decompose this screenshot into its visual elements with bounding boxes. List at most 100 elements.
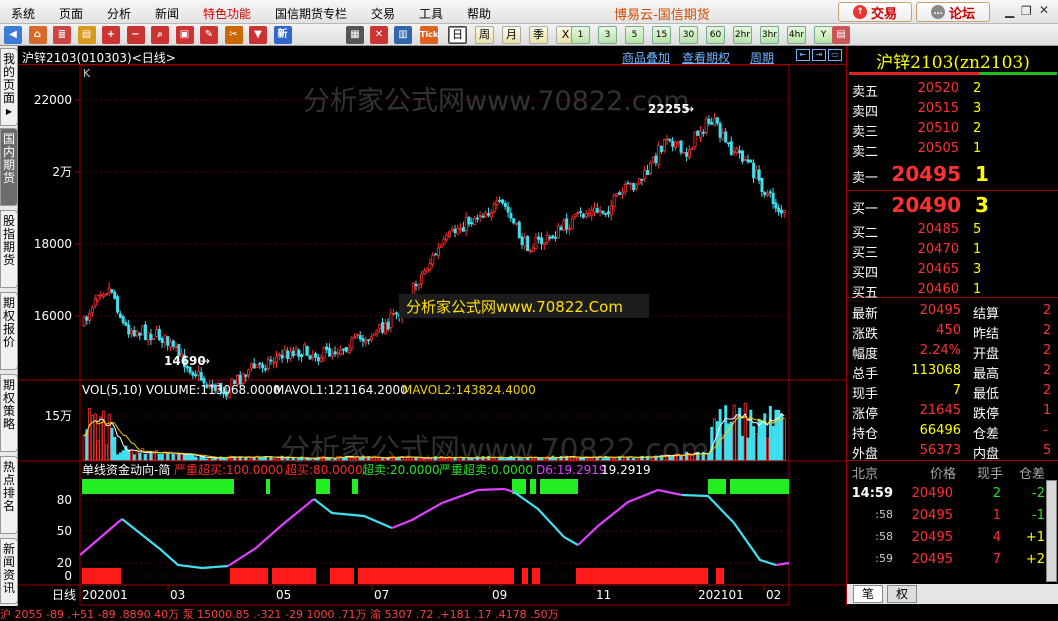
side-tab-6[interactable]: 新闻资讯 (0, 538, 18, 604)
candle-body (768, 191, 772, 194)
sell-row[interactable]: 卖五 20520 2 (847, 79, 1058, 100)
volume-bar (289, 457, 293, 461)
minute-button-3[interactable]: 15 (652, 26, 671, 44)
candle-body (478, 215, 482, 217)
restore-icon[interactable]: ❐ (1021, 4, 1032, 18)
trade-button[interactable]: ↑ 交易 (838, 2, 912, 22)
period-button-0[interactable]: 日 (448, 26, 467, 44)
window-icon[interactable]: ▣ (175, 26, 194, 44)
settings-icon[interactable]: ▤ (832, 26, 850, 44)
back-icon[interactable]: ◀ (4, 26, 22, 44)
close-icon[interactable]: ✕ (1039, 3, 1049, 17)
volume-bar (325, 457, 329, 461)
buy-row[interactable]: 买五 20460 1 (847, 280, 1058, 301)
sell-row[interactable]: 卖四 20515 3 (847, 99, 1058, 120)
zoom-in-icon[interactable]: + (102, 26, 120, 44)
buy-label: 买三 (852, 246, 879, 261)
candle-body (576, 212, 580, 215)
minimize-icon[interactable]: ▁ (1005, 4, 1014, 18)
minute-button-8[interactable]: 4hr (787, 26, 806, 44)
buy-row[interactable]: 买二 20485 5 (847, 220, 1058, 241)
volume-bar (554, 457, 558, 461)
buy-row[interactable]: 买三 20470 1 (847, 240, 1058, 261)
menu-item-1[interactable]: 页面 (59, 5, 83, 22)
candle-body (152, 338, 156, 340)
period-button-2[interactable]: 月 (502, 26, 521, 44)
candle-body (562, 220, 566, 231)
report-icon[interactable]: ≣ (53, 26, 71, 44)
minute-button-4[interactable]: 30 (679, 26, 698, 44)
tools-icon[interactable]: ✂ (224, 26, 243, 44)
options-link[interactable]: 查看期权 (682, 49, 730, 66)
volume-tick-label: 15万 (45, 409, 72, 423)
expand-icon[interactable]: ▭ (828, 49, 842, 61)
minute-button-9[interactable]: Y (814, 26, 833, 44)
candle-body (99, 294, 103, 297)
menu-item-7[interactable]: 工具 (419, 5, 443, 22)
minute-button-6[interactable]: 2hr (733, 26, 752, 44)
candle-body (568, 228, 571, 231)
layout-icon[interactable]: ▥ (394, 26, 412, 44)
tick-icon[interactable]: Tick (420, 26, 438, 44)
kline-label: K (83, 67, 91, 80)
candle-body (347, 349, 351, 354)
tick-change: +1 (1025, 530, 1045, 545)
quote-tab-1[interactable]: 权 (887, 585, 917, 603)
menu-item-6[interactable]: 交易 (371, 5, 395, 22)
search-icon[interactable]: ⌕ (151, 26, 169, 44)
period-link[interactable]: 周期 (750, 49, 774, 66)
oversold-bar (358, 568, 514, 584)
menu-item-4[interactable]: 特色功能 (203, 5, 251, 22)
filter-icon[interactable]: ▼ (249, 26, 267, 44)
buy-row[interactable]: 买四 20465 3 (847, 260, 1058, 281)
new-icon[interactable]: 新 (273, 26, 292, 44)
candle-body (171, 340, 175, 347)
formula-icon[interactable]: ✕ (370, 26, 388, 44)
buy-row[interactable]: 买一 20490 3 (847, 193, 1058, 217)
zoom-out-icon[interactable]: − (126, 26, 145, 44)
x-tick-label: 09 (492, 588, 507, 602)
oversold-bar (522, 568, 528, 584)
side-tab-1[interactable]: 国内期货 (0, 128, 18, 206)
sell-label: 卖二 (852, 145, 879, 160)
overlay-link[interactable]: 商品叠加 (622, 49, 670, 66)
side-tab-2[interactable]: 股指期货 (0, 210, 18, 288)
grid-icon[interactable]: ▦ (346, 26, 364, 44)
menu-item-3[interactable]: 新闻 (155, 5, 179, 22)
candle-body (554, 236, 558, 239)
menu-item-2[interactable]: 分析 (107, 5, 131, 22)
period-button-1[interactable]: 周 (475, 26, 494, 44)
candle-body (445, 234, 449, 241)
sell-row[interactable]: 卖二 20505 1 (847, 139, 1058, 160)
home-icon[interactable]: ⌂ (28, 26, 47, 44)
x-tick-label: 07 (374, 588, 389, 602)
chart-area[interactable]: 沪锌2103(010303)<日线> 商品叠加 查看期权 周期 ⇤ ⇥ ▭ 22… (18, 46, 846, 606)
side-tab-4[interactable]: 期权策略 (0, 374, 18, 452)
candle-body (643, 169, 647, 179)
period-button-3[interactable]: 季 (529, 26, 548, 44)
tick-scrollbar[interactable] (1046, 480, 1057, 582)
side-tab-3[interactable]: 期权报价 (0, 292, 18, 370)
volume-bar (191, 454, 195, 461)
menu-item-5[interactable]: 国信期货专栏 (275, 5, 347, 22)
minute-button-5[interactable]: 60 (706, 26, 725, 44)
sell-row[interactable]: 卖一 20495 1 (847, 162, 1058, 186)
scroll-left-icon[interactable]: ⇤ (796, 49, 810, 61)
minute-button-0[interactable]: 1 (571, 26, 590, 44)
scroll-right-icon[interactable]: ⇥ (812, 49, 826, 61)
folder-icon[interactable]: ▤ (77, 26, 96, 44)
minute-button-1[interactable]: 3 (598, 26, 617, 44)
menu-item-8[interactable]: 帮助 (467, 5, 491, 22)
kline-chart[interactable]: 22000 2万 18000 16000 K 分析家公式网www.70822.com 分析家… (18, 65, 846, 606)
menu-item-0[interactable]: 系统 (11, 5, 35, 22)
quote-tab-0[interactable]: 笔 (853, 585, 883, 603)
side-tab-5[interactable]: 热点排名 (0, 456, 18, 534)
minute-button-7[interactable]: 3hr (760, 26, 779, 44)
volume-bar (141, 448, 145, 461)
minute-button-2[interactable]: 5 (625, 26, 644, 44)
forum-button[interactable]: … 论坛 (916, 2, 990, 22)
draw-icon[interactable]: ✎ (200, 26, 218, 44)
side-tab-0[interactable]: 我的页面 ▶ (0, 48, 18, 126)
candle-body (540, 237, 544, 245)
sell-row[interactable]: 卖三 20510 2 (847, 119, 1058, 140)
